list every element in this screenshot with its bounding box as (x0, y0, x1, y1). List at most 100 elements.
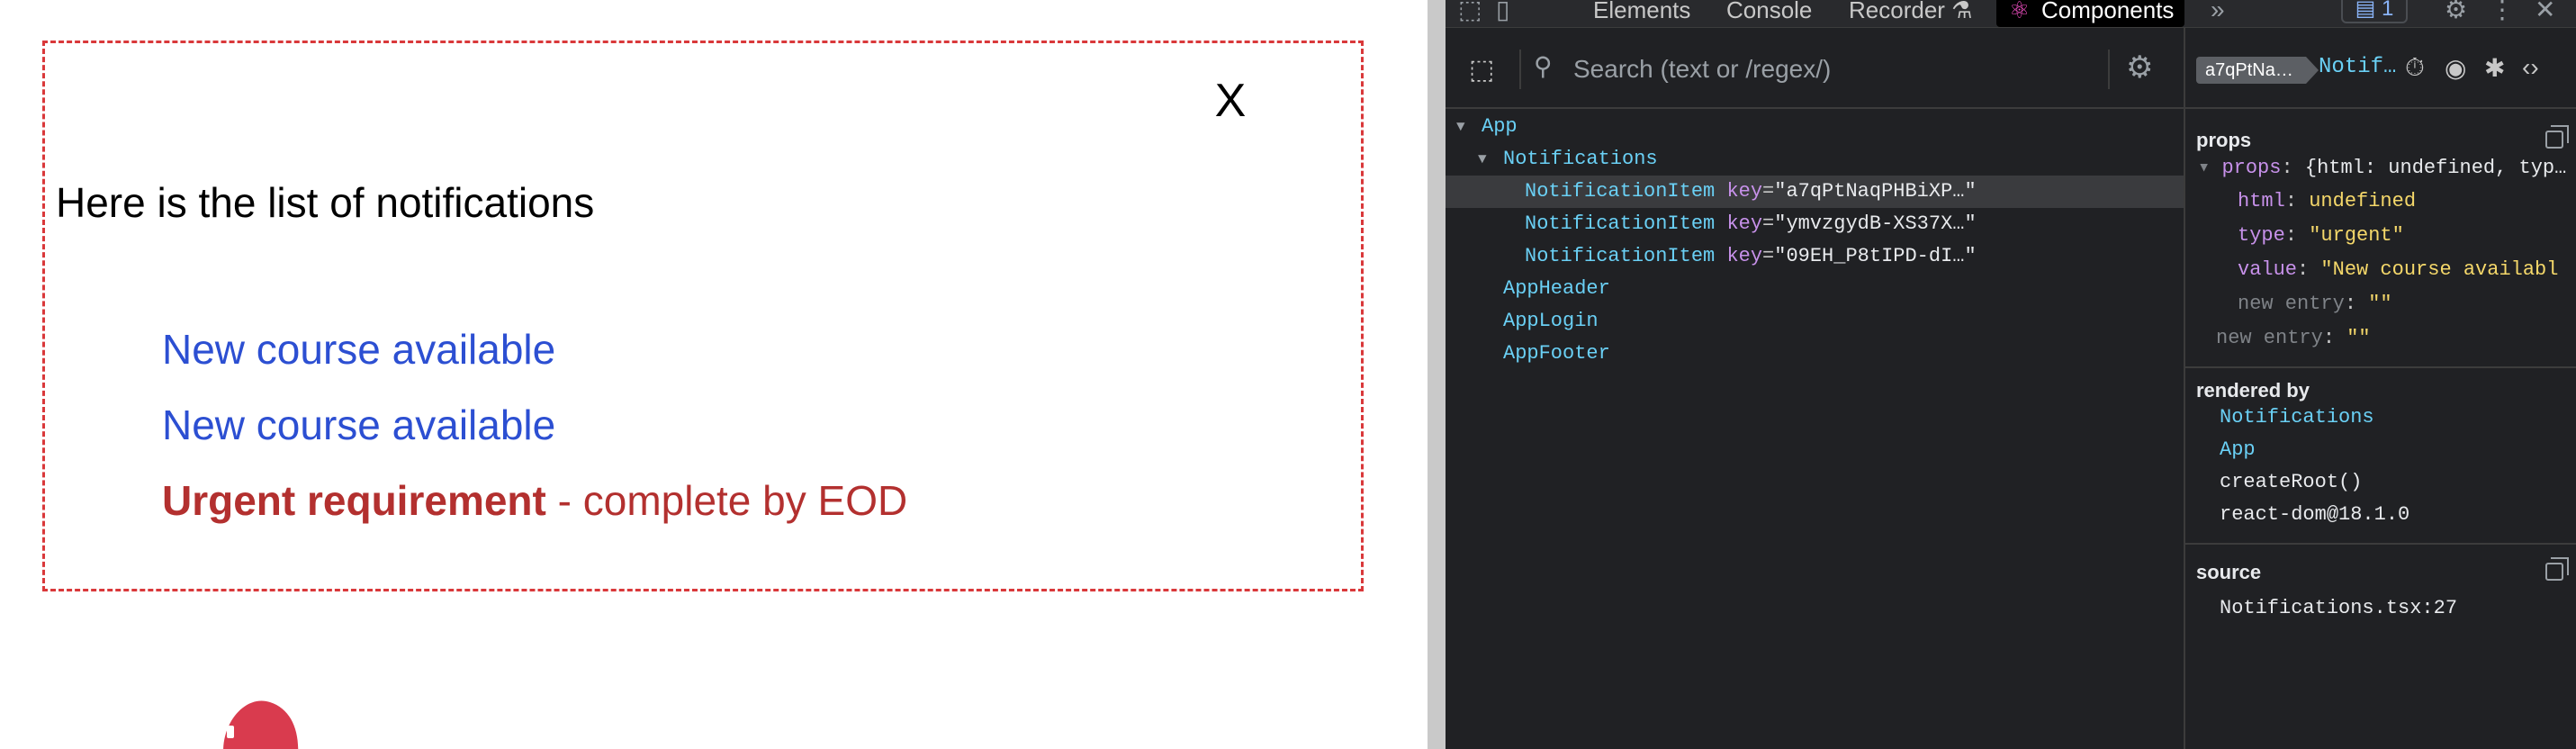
prop-colon: : (2284, 190, 2310, 212)
resize-gutter[interactable] (1428, 0, 1446, 749)
tree-row-notification-item[interactable]: NotificationItem key="a7qPtNaqPHBiXP…" (1446, 176, 2184, 208)
prop-value: "urgent" (2309, 224, 2404, 247)
settings-gear-icon[interactable]: ⚙ (2445, 0, 2467, 27)
close-button[interactable]: X (1194, 65, 1266, 137)
tab-recorder[interactable]: Recorder ⚗ (1849, 0, 1972, 27)
caret-down-icon[interactable]: ▼ (1456, 111, 1465, 143)
tree-row-app-footer[interactable]: AppFooter (1446, 338, 2184, 370)
tree-node-name: NotificationItem (1525, 212, 1716, 235)
attr-equals: = (1762, 180, 1775, 203)
messages-badge[interactable]: ▤ 1 (2341, 0, 2408, 23)
rendered-by-item: react-dom@18.1.0 (2220, 503, 2410, 526)
tab-components-label: Components (2041, 0, 2175, 23)
prop-colon: : (2284, 224, 2310, 247)
search-icon: ⚲ (1534, 52, 1553, 80)
tree-node-name: AppHeader (1503, 277, 1610, 300)
devtools-tabbar: ⬚ ▯ Elements Console Recorder ⚗ ⚛ Compone… (1446, 0, 2576, 28)
attr-key: key (1726, 212, 1763, 235)
new-entry-value: "" (2346, 327, 2371, 349)
attr-value: "09EH_P8tIPD-dI…" (1774, 245, 1977, 267)
attr-value: "a7qPtNaqPHBiXP…" (1774, 180, 1977, 203)
component-search-input[interactable] (1572, 46, 2133, 93)
new-entry-value: "" (2368, 293, 2392, 315)
prop-value: "New course availabl (2320, 258, 2559, 281)
notification-item[interactable]: New course available (162, 324, 907, 400)
tree-row-notification-item[interactable]: NotificationItem key="ymvzgydB-XS37X…" (1446, 208, 2184, 240)
rendered-by-item: createRoot() (2220, 471, 2363, 493)
prop-key: props (2221, 157, 2282, 179)
new-entry-label: new entry (2216, 327, 2323, 349)
devtools-panel: ⬚ ▯ Elements Console Recorder ⚗ ⚛ Compone… (1446, 0, 2576, 749)
tree-row-notification-item[interactable]: NotificationItem key="09EH_P8tIPD-dI…" (1446, 240, 2184, 273)
close-devtools-icon[interactable]: ✕ (2535, 0, 2555, 27)
component-inspector-panel: a7qPtNa… Notif… ⏱ ◉ ✱ ‹› props ▾ props: … (2185, 28, 2576, 749)
caret-down-icon[interactable]: ▼ (1478, 143, 1487, 176)
tree-row-app-login[interactable]: AppLogin (1446, 305, 2184, 338)
prop-key: html (2238, 190, 2285, 212)
prop-value: undefined (2309, 190, 2417, 212)
app-viewport: X Here is the list of notifications New … (0, 0, 1420, 749)
tree-node-name: Notifications (1503, 148, 1658, 170)
prop-row[interactable]: type: "urgent" (2238, 224, 2404, 247)
copy-icon[interactable] (2545, 125, 2569, 149)
prop-key: value (2238, 258, 2298, 281)
new-entry-row[interactable]: new entry: "" (2216, 327, 2371, 349)
divider (1519, 50, 1521, 89)
rendered-by-item[interactable]: Notifications (2220, 406, 2374, 429)
prop-colon: : (2281, 157, 2305, 179)
react-atom-icon: ⚛ (2009, 0, 2031, 23)
attr-key: key (1726, 245, 1763, 267)
select-element-icon[interactable]: ⬚ (1469, 55, 1500, 86)
pane-divider (1420, 0, 1428, 749)
tab-console[interactable]: Console (1726, 0, 1812, 27)
source-location[interactable]: Notifications.tsx:27 (2220, 597, 2457, 619)
tree-search-bar: ⬚ ⚲ ⚙ (1446, 28, 2184, 109)
device-toolbar-icon[interactable]: ▯ (1496, 0, 1509, 27)
prop-row[interactable]: html: undefined (2238, 190, 2416, 212)
tree-row-notifications[interactable]: ▼ Notifications (1446, 143, 2184, 176)
flask-icon: ⚗ (1951, 0, 1973, 23)
notification-item[interactable]: New course available (162, 400, 907, 475)
attr-key: key (1726, 180, 1763, 203)
tree-node-name: App (1482, 115, 1518, 138)
tree-row-app[interactable]: ▼ App (1446, 111, 2184, 143)
section-divider (2185, 543, 2576, 545)
tree-node-name: AppLogin (1503, 310, 1599, 332)
bug-icon[interactable]: ✱ (2484, 53, 2505, 83)
new-entry-row[interactable]: new entry: "" (2238, 293, 2392, 315)
settings-gear-icon[interactable]: ⚙ (2126, 50, 2153, 86)
prop-colon: : (2297, 258, 2321, 281)
more-tabs-icon[interactable]: » (2211, 0, 2225, 27)
copy-icon[interactable] (2545, 557, 2569, 581)
tab-elements[interactable]: Elements (1593, 0, 1690, 27)
prop-key: type (2238, 224, 2285, 247)
rendered-by-title: rendered by (2196, 379, 2310, 402)
prop-row[interactable]: value: "New course availabl (2238, 258, 2558, 281)
tree-node-name: NotificationItem (1525, 245, 1716, 267)
attr-equals: = (1762, 245, 1775, 267)
rendered-by-item[interactable]: App (2220, 438, 2256, 461)
component-tree: ▼ App ▼ Notifications NotificationItem k… (1446, 111, 2184, 370)
notifications-heading: Here is the list of notifications (56, 179, 595, 226)
props-section-title: props (2196, 129, 2252, 151)
inspector-header: a7qPtNa… Notif… ⏱ ◉ ✱ ‹› (2185, 28, 2576, 109)
urgent-rest-text: - complete by EOD (545, 477, 908, 524)
notifications-list: New course available New course availabl… (162, 324, 907, 551)
prop-colon: : (2344, 293, 2369, 315)
notification-item-urgent[interactable]: Urgent requirement - complete by EOD (162, 475, 907, 551)
kebab-menu-icon[interactable]: ⋮ (2490, 0, 2515, 27)
inspect-element-icon[interactable]: ⬚ (1458, 0, 1482, 27)
tab-recorder-label: Recorder (1849, 0, 1945, 23)
attr-equals: = (1762, 212, 1775, 235)
view-source-icon[interactable]: ‹› (2522, 53, 2539, 82)
urgent-bold-text: Urgent requirement (162, 477, 546, 524)
tab-components[interactable]: ⚛ Components (1996, 0, 2185, 27)
props-summary-row[interactable]: ▾ props: {html: undefined, typ… (2198, 156, 2566, 179)
stopwatch-icon[interactable]: ⏱ (2405, 53, 2425, 83)
key-badge: a7qPtNa… (2196, 57, 2319, 84)
new-entry-label: new entry (2238, 293, 2345, 315)
eye-icon[interactable]: ◉ (2445, 53, 2466, 83)
tree-row-app-header[interactable]: AppHeader (1446, 273, 2184, 305)
selected-component-name: Notif… (2319, 55, 2397, 79)
section-divider (2185, 366, 2576, 368)
